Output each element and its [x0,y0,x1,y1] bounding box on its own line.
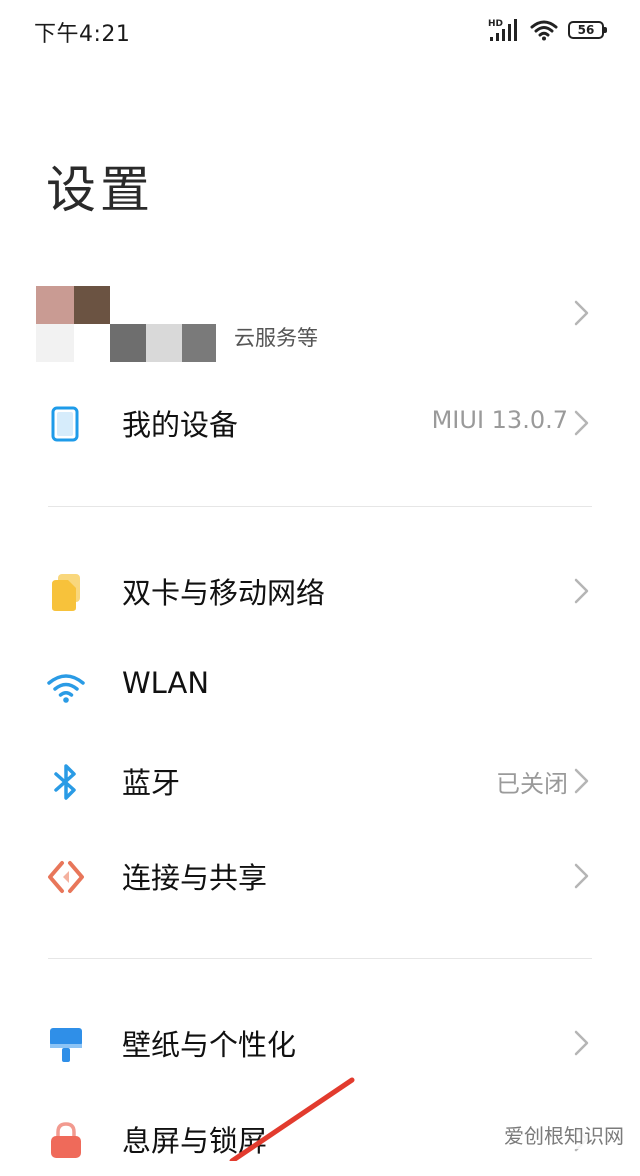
bluetooth-icon [54,764,76,800]
settings-item-label: 双卡与移动网络 [122,576,326,610]
chevron-right-icon [574,578,589,604]
battery-level: 56 [577,23,595,37]
signal-icon: HD [488,19,517,41]
settings-item-label: 连接与共享 [122,861,268,895]
settings-item-label: 我的设备 [122,408,239,442]
watermark: 爱创根知识网 [502,1120,626,1149]
settings-item-sim[interactable]: 双卡与移动网络 [0,548,640,628]
settings-item-value: MIUI 13.0.7 [431,406,568,434]
settings-item-value: 已关闭 [496,770,568,798]
wifi-icon [47,674,85,703]
settings-item-label: 蓝牙 [122,766,181,800]
status-time: 下午4:21 [34,22,131,47]
paint-brush-icon [50,1028,82,1062]
status-icons: HD 56 [488,16,607,44]
account-subtitle: 云服务等 [234,326,318,350]
chevron-right-icon [574,768,589,794]
wifi-icon [530,20,558,41]
settings-item-bluetooth[interactable]: 蓝牙 已关闭 [0,738,640,818]
account-row[interactable]: 云服务等 [0,282,640,364]
settings-item-wlan[interactable]: WLAN [0,644,640,724]
avatar [36,286,226,362]
settings-item-wallpaper[interactable]: 壁纸与个性化 [0,1000,640,1080]
chevron-right-icon [574,300,589,326]
settings-item-label: 壁纸与个性化 [122,1028,297,1062]
chevron-right-icon [574,1030,589,1056]
device-icon [51,406,79,442]
settings-item-label: 息屏与锁屏 [122,1124,268,1158]
chevron-right-icon [574,410,589,436]
settings-item-connection-sharing[interactable]: 连接与共享 [0,833,640,913]
divider [48,958,592,959]
settings-item-my-device[interactable]: 我的设备 MIUI 13.0.7 [0,380,640,460]
divider [48,506,592,507]
connection-share-icon [48,861,84,893]
lock-icon [51,1122,81,1158]
chevron-right-icon [574,863,589,889]
sim-card-icon [52,574,80,611]
battery-icon: 56 [568,21,607,39]
status-bar: 下午4:21 HD 56 [0,0,640,62]
network-type-label: HD [488,19,503,29]
settings-item-label: WLAN [122,666,210,700]
page-title: 设置 [46,161,154,219]
